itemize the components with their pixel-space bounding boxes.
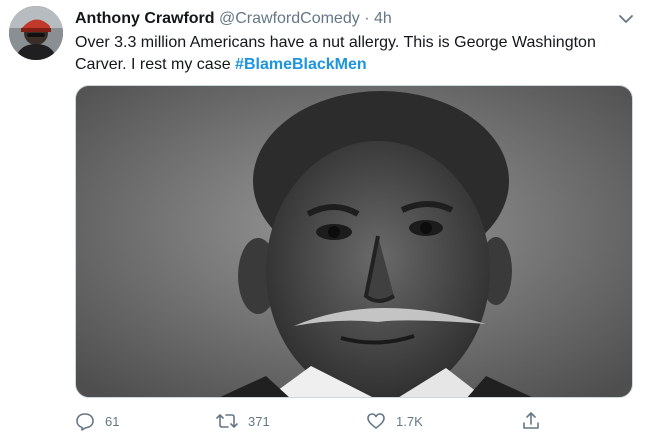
retweet-icon — [216, 414, 238, 428]
tweet-header: Anthony Crawford @CrawfordComedy · 4h — [75, 9, 392, 29]
chevron-down-icon — [619, 15, 633, 23]
retweet-count: 371 — [248, 413, 270, 429]
retweet-button[interactable]: 371 — [216, 408, 270, 434]
tweet-actions: 61 371 1.7K — [75, 408, 635, 434]
tweet-card[interactable]: Anthony Crawford @CrawfordComedy · 4h Ov… — [0, 0, 651, 435]
hashtag-link[interactable]: #BlameBlackMen — [235, 56, 367, 73]
reply-count: 61 — [105, 413, 120, 429]
handle[interactable]: @CrawfordComedy — [219, 10, 360, 27]
avatar-image — [9, 6, 63, 60]
tweet-photo[interactable] — [75, 85, 633, 398]
like-count: 1.7K — [396, 413, 423, 429]
share-icon — [523, 412, 539, 429]
reply-icon — [76, 413, 94, 431]
heart-icon — [367, 413, 385, 429]
more-options-button[interactable] — [615, 8, 637, 30]
reply-button[interactable]: 61 — [75, 408, 119, 434]
tweet-text: Over 3.3 million Americans have a nut al… — [75, 32, 640, 76]
separator: · — [364, 10, 370, 27]
avatar[interactable] — [9, 6, 63, 60]
timestamp[interactable]: 4h — [374, 10, 392, 27]
share-button[interactable] — [521, 408, 551, 434]
display-name[interactable]: Anthony Crawford — [75, 10, 215, 27]
like-button[interactable]: 1.7K — [366, 408, 423, 434]
portrait-photo — [76, 86, 632, 397]
